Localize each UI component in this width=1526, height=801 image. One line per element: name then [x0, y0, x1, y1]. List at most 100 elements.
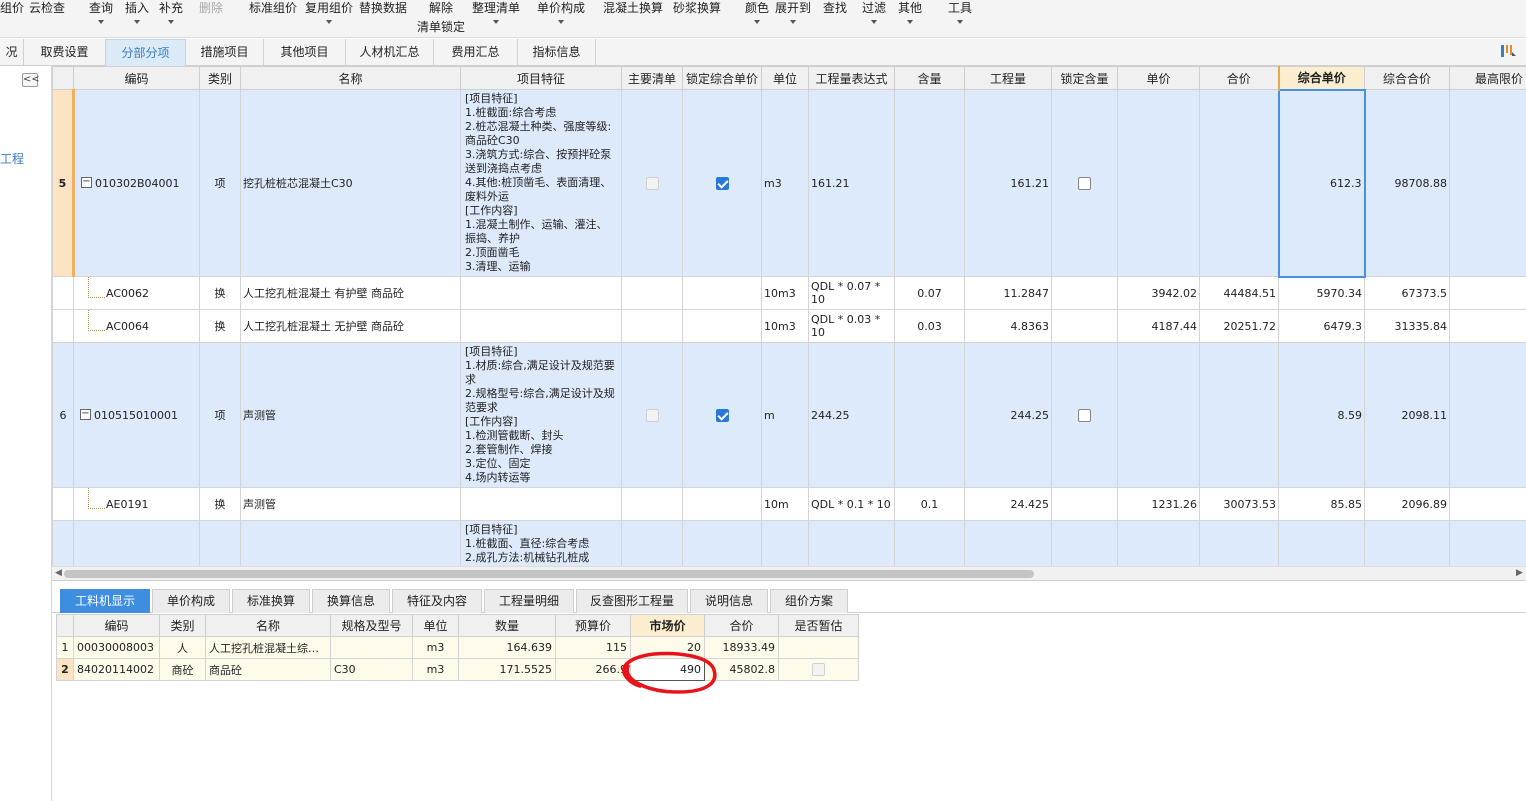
cell-quantity[interactable]: 164.639 [458, 636, 556, 659]
cell-max-price[interactable] [1449, 276, 1526, 310]
cell-content[interactable] [894, 342, 965, 488]
cell-quantity[interactable] [964, 520, 1052, 566]
toolbar-btn-find[interactable]: 查找 [823, 1, 847, 15]
toolbar-btn-color[interactable]: 颜色 [745, 1, 769, 24]
tab-quantity-detail[interactable]: 工程量明细 [484, 589, 574, 613]
cell-composite-total[interactable]: 98708.88 [1364, 89, 1450, 277]
cell-name[interactable]: 人工挖孔桩混凝土综… [205, 636, 331, 659]
cell-name[interactable]: 人工挖孔桩混凝土 无护壁 商品砼 [240, 309, 461, 343]
cell-quantity[interactable]: 171.5525 [458, 658, 556, 681]
cell-feature[interactable]: [项目特征] 1.桩截面:综合考虑 2.桩芯混凝土种类、强度等级:商品砼C30 … [460, 89, 622, 277]
col-header-composite-unit-price[interactable]: 综合单价 [1277, 66, 1365, 90]
col-header-rownum[interactable] [52, 66, 74, 90]
tree-node-project[interactable]: 工程 [0, 150, 24, 167]
scroll-right-icon[interactable]: ▶ [1516, 568, 1523, 578]
cell-lock-content[interactable] [1051, 487, 1118, 521]
toolbar-btn-unlock[interactable]: 解除 [429, 1, 453, 15]
col-header-lock-unit-price[interactable]: 锁定综合单价 [682, 66, 762, 90]
cell-code[interactable]: 00030008003 [73, 636, 160, 659]
cell-code[interactable] [73, 520, 200, 566]
provisional-checkbox[interactable] [812, 663, 825, 677]
cell-qty-expression[interactable]: 161.21 [808, 89, 895, 277]
cell-lock-unit-price[interactable] [682, 89, 762, 277]
cell-composite-total[interactable]: 2096.89 [1364, 487, 1450, 521]
cell-price[interactable]: 4187.44 [1117, 309, 1200, 343]
col-header-total[interactable]: 合价 [1199, 66, 1279, 90]
cell-unit[interactable]: m3 [412, 658, 459, 681]
table-row[interactable]: 2 84020114002 商砼 商品砼 C30 m3 171.5525 266… [56, 658, 859, 681]
cell-composite-total[interactable] [1364, 520, 1450, 566]
toolbar-btn-organize[interactable]: 整理清单 [472, 1, 520, 24]
col-header-content[interactable]: 含量 [894, 66, 965, 90]
cell-main-list[interactable] [621, 487, 683, 521]
col-header-qty-expression[interactable]: 工程量表达式 [808, 66, 895, 90]
cell-max-price[interactable] [1449, 309, 1526, 343]
cell-spec[interactable] [330, 636, 413, 659]
cell-qty-expression[interactable] [808, 520, 895, 566]
toolbar-btn-mortar-convert[interactable]: 砂浆换算 [673, 1, 721, 15]
cell-quantity[interactable]: 24.425 [964, 487, 1052, 521]
cell-provisional[interactable] [778, 636, 859, 659]
cell-total[interactable] [1199, 89, 1279, 277]
cell-qty-expression[interactable]: 244.25 [808, 342, 895, 488]
lock-content-checkbox[interactable] [1078, 408, 1091, 422]
cell-composite-unit-price[interactable]: 6479.3 [1278, 309, 1365, 343]
cell-max-price[interactable] [1449, 342, 1526, 488]
cell-lock-content[interactable] [1051, 520, 1118, 566]
cell-code[interactable]: 84020114002 [73, 658, 160, 681]
cell-lock-unit-price[interactable] [682, 520, 762, 566]
tab-other-items[interactable]: 其他项目 [264, 39, 346, 66]
cell-unit[interactable]: m [761, 342, 809, 488]
cell-composite-total[interactable]: 31335.84 [1364, 309, 1450, 343]
cell-qty-expression[interactable]: QDL * 0.03 * 10 [808, 309, 895, 343]
cell-quantity[interactable]: 161.21 [964, 89, 1052, 277]
cell-type[interactable]: 换 [199, 276, 241, 310]
settings-flag-icon[interactable] [1500, 43, 1516, 59]
toolbar-btn-supplement[interactable]: 补充 [159, 1, 183, 24]
cell-price[interactable] [1117, 89, 1200, 277]
col-header-name[interactable]: 名称 [240, 66, 461, 90]
cell-max-price[interactable] [1449, 487, 1526, 521]
cell-budget-price[interactable]: 115 [555, 636, 631, 659]
cell-market-price[interactable]: 20 [630, 636, 705, 659]
tab-overview[interactable]: 况 [0, 39, 24, 66]
cell-feature[interactable] [460, 276, 622, 310]
cell-lock-unit-price[interactable] [682, 309, 762, 343]
toolbar-btn-other[interactable]: 其他 [898, 1, 922, 24]
tab-measures[interactable]: 措施项目 [186, 39, 264, 66]
table-row[interactable]: 6 −010515010001 项 声测管 [项目特征] 1.材质:综合,满足设… [52, 342, 1526, 488]
cell-total[interactable]: 20251.72 [1199, 309, 1279, 343]
cell-feature[interactable]: [项目特征] 1.桩截面、直径:综合考虑 2.成孔方法:机械钻孔桩成 [460, 520, 622, 566]
col-header-spec[interactable]: 规格及型号 [330, 614, 413, 637]
cell-main-list[interactable] [621, 309, 683, 343]
col-header-total[interactable]: 合价 [704, 614, 779, 637]
col-header-quantity[interactable]: 工程量 [964, 66, 1052, 90]
cell-lock-content[interactable] [1051, 342, 1118, 488]
cell-composite-unit-price[interactable]: 8.59 [1278, 342, 1365, 488]
cell-unit[interactable] [761, 520, 809, 566]
col-header-price[interactable]: 单价 [1117, 66, 1200, 90]
table-row[interactable]: 1 00030008003 人 人工挖孔桩混凝土综… m3 164.639 11… [56, 636, 859, 659]
cell-main-list[interactable] [621, 520, 683, 566]
row-number[interactable]: 1 [56, 636, 74, 659]
cell-lock-unit-price[interactable] [682, 342, 762, 488]
tab-fee-summary[interactable]: 费用汇总 [434, 39, 518, 66]
row-number[interactable]: 6 [52, 342, 74, 488]
tab-pricing-scheme[interactable]: 组价方案 [770, 589, 848, 613]
cell-lock-unit-price[interactable] [682, 487, 762, 521]
cell-qty-expression[interactable]: QDL * 0.07 * 10 [808, 276, 895, 310]
cell-budget-price[interactable]: 266.9 [555, 658, 631, 681]
toolbar-btn-concrete-convert[interactable]: 混凝土换算 [603, 1, 663, 15]
toolbar-btn-delete[interactable]: 删除 [199, 1, 223, 15]
cell-unit[interactable]: m3 [761, 89, 809, 277]
cell-unit[interactable]: 10m3 [761, 309, 809, 343]
cell-total[interactable]: 44484.51 [1199, 276, 1279, 310]
cell-name[interactable] [240, 520, 461, 566]
cell-type[interactable]: 人 [159, 636, 206, 659]
cell-qty-expression[interactable]: QDL * 0.1 * 10 [808, 487, 895, 521]
row-number[interactable]: 2 [56, 658, 74, 681]
cell-unit[interactable]: 10m3 [761, 276, 809, 310]
cell-content[interactable] [894, 89, 965, 277]
cell-code[interactable]: AC0062 [73, 276, 200, 310]
cell-lock-content[interactable] [1051, 309, 1118, 343]
